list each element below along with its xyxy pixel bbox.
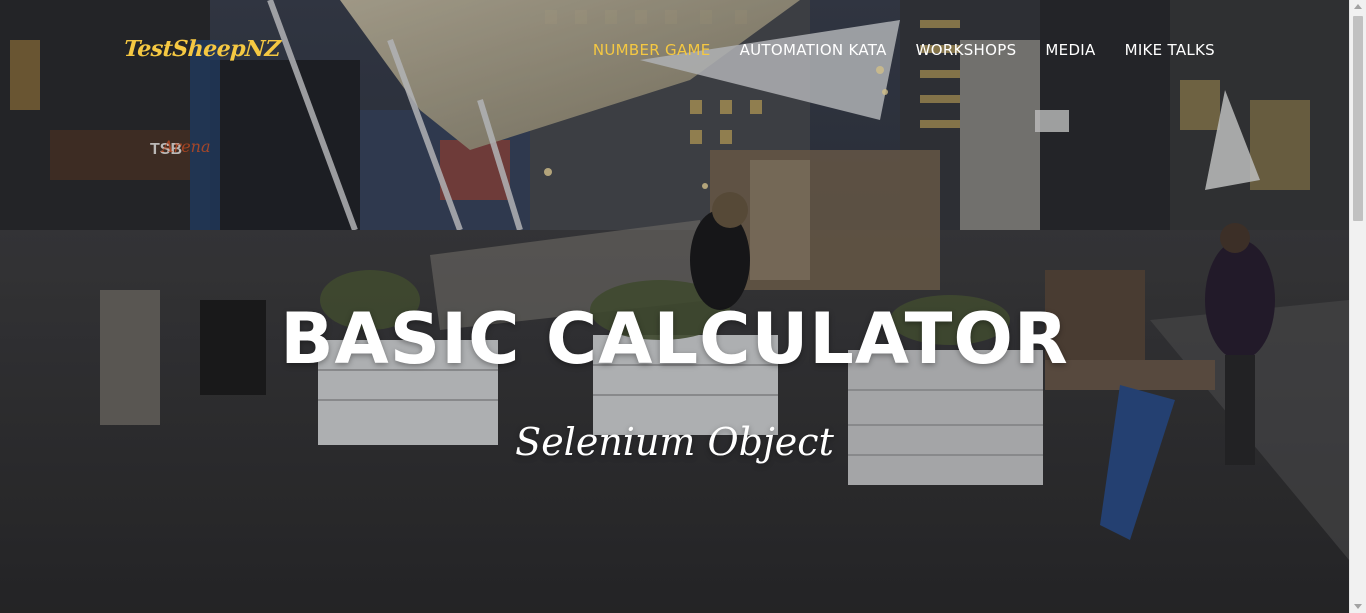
nav-link-number-game[interactable]: NUMBER GAME: [593, 41, 711, 59]
scrollbar-thumb[interactable]: [1353, 16, 1363, 221]
nav-link-automation-kata[interactable]: AUTOMATION KATA: [740, 41, 887, 59]
scroll-up-arrow-icon[interactable]: [1354, 4, 1362, 9]
vertical-scrollbar[interactable]: [1349, 0, 1366, 613]
nav-link-mike-talks[interactable]: MIKE TALKS: [1125, 41, 1215, 59]
nav-link-media[interactable]: MEDIA: [1045, 41, 1095, 59]
nav-link-workshops[interactable]: WORKSHOPS: [916, 41, 1017, 59]
main-nav: NUMBER GAME AUTOMATION KATA WORKSHOPS ME…: [564, 41, 1215, 59]
scroll-down-arrow-icon[interactable]: [1354, 604, 1362, 609]
brand-logo[interactable]: TestSheepNZ: [123, 36, 281, 62]
page: TSB Arena TestSheepNZ NUMBER GAME AUTOMA…: [0, 0, 1349, 613]
page-title: BASIC CALCULATOR: [280, 298, 1069, 380]
page-subtitle: Selenium Object: [515, 420, 834, 464]
